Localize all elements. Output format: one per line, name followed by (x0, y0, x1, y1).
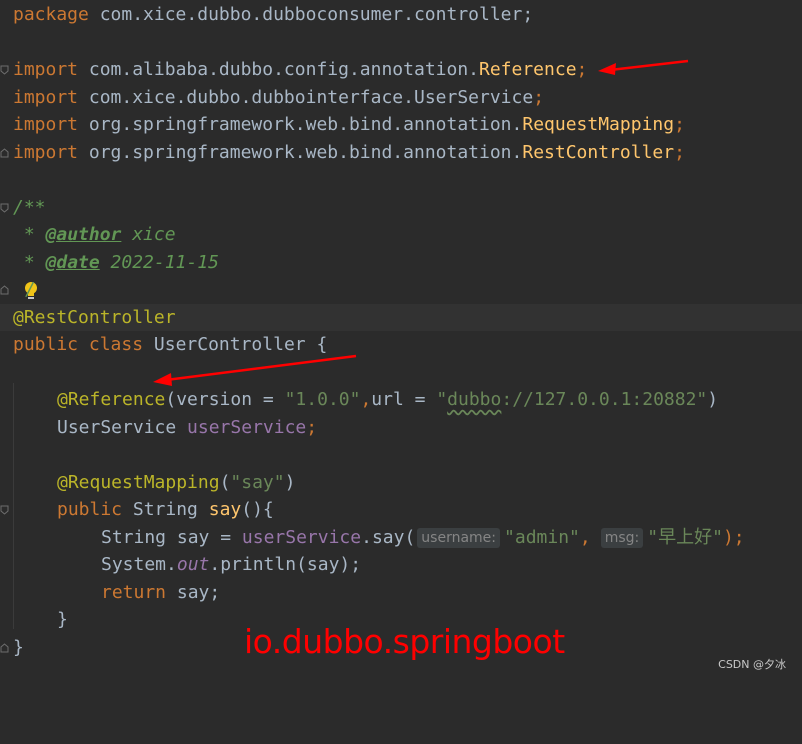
csdn-watermark: CSDN @夕冰 (718, 658, 786, 671)
arrow-to-reference-annotation (153, 354, 357, 386)
red-arrow-annotations (153, 59, 689, 386)
arrow-to-reference-import (598, 59, 689, 75)
overlay-annotation-title: io.dubbo.springboot (244, 622, 565, 661)
